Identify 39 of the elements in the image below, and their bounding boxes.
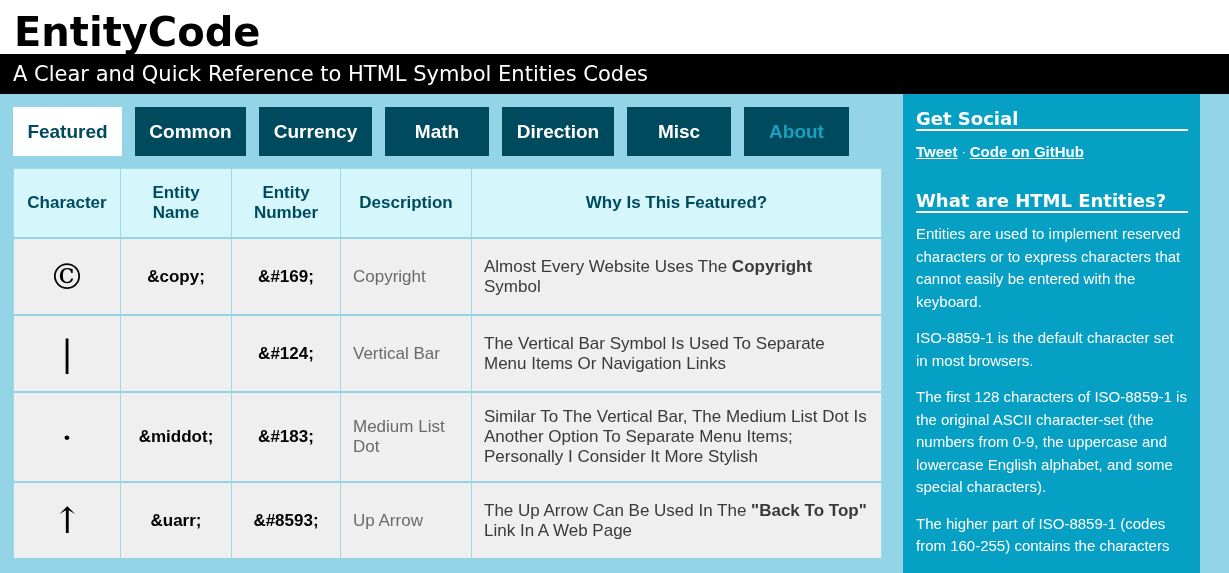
nav-tab[interactable]: Featured xyxy=(13,107,122,156)
table-cell: · xyxy=(13,392,121,482)
table-cell: Medium List Dot xyxy=(340,392,472,482)
sidebar-heading: Get Social xyxy=(916,108,1188,131)
table-cell: &#183; xyxy=(231,392,341,482)
table-cell: &middot; xyxy=(120,392,232,482)
column-header: Why Is This Featured? xyxy=(471,168,882,238)
nav-tab[interactable]: Direction xyxy=(502,107,614,156)
sidebar-paragraph: The higher part of ISO-8859-1 (codes from 160-255) contains the characters xyxy=(916,513,1171,556)
table-cell: &#8593; xyxy=(231,482,341,559)
table-cell: Copyright xyxy=(340,238,472,315)
column-header: Character xyxy=(13,168,121,238)
column-header: Description xyxy=(340,168,472,238)
nav-tab[interactable]: Currency xyxy=(259,107,372,156)
sidebar-paragraph: The first 128 characters of ISO-8859-1 is the original ASCII character-set (the numbers from 0-9, the uppercase and lowercase English alphabet, and some special characters). xyxy=(916,387,1188,497)
site-title: EntityCode xyxy=(14,10,261,54)
table-cell: &#169; xyxy=(231,238,341,315)
table-cell: &#124; xyxy=(231,315,341,392)
table-cell: Up Arrow xyxy=(340,482,472,559)
column-header: Entity Number xyxy=(231,168,341,238)
sidebar-paragraph: Entities are used to implement reserved characters or to express characters that cannot easily be entered with the keyboard. xyxy=(916,224,1182,312)
nav-tab[interactable]: Common xyxy=(135,107,246,156)
tagline: A Clear and Quick Reference to HTML Symbol Entities Codes xyxy=(13,62,649,86)
nav-tab[interactable]: Math xyxy=(385,107,489,156)
table-cell: Vertical Bar xyxy=(340,315,472,392)
sidebar-heading: What are HTML Entities? xyxy=(916,190,1188,213)
table-cell: ↑ xyxy=(13,482,121,559)
table-cell: &copy; xyxy=(120,238,232,315)
table-cell: The Vertical Bar Symbol Is Used To Separate Menu Items Or Navigation Links xyxy=(471,315,882,392)
table-cell: Similar To The Vertical Bar, The Medium List Dot Is Another Option To Separate Menu Items; Personally I Consider It More Stylish xyxy=(471,392,882,482)
nav-tab[interactable]: Misc xyxy=(627,107,731,156)
table-cell: © xyxy=(13,238,121,315)
separator-dot: · xyxy=(961,144,966,159)
table-cell: The Up Arrow Can Be Used In The "Back To Top" Link In A Web Page xyxy=(471,482,882,559)
table-cell: Almost Every Website Uses The Copyright Symbol xyxy=(471,238,882,315)
column-header: Entity Name xyxy=(120,168,232,238)
sidebar-paragraph: ISO-8859-1 is the default character set in most browsers. xyxy=(916,328,1175,371)
table-cell: | xyxy=(13,315,121,392)
table-cell: &uarr; xyxy=(120,482,232,559)
